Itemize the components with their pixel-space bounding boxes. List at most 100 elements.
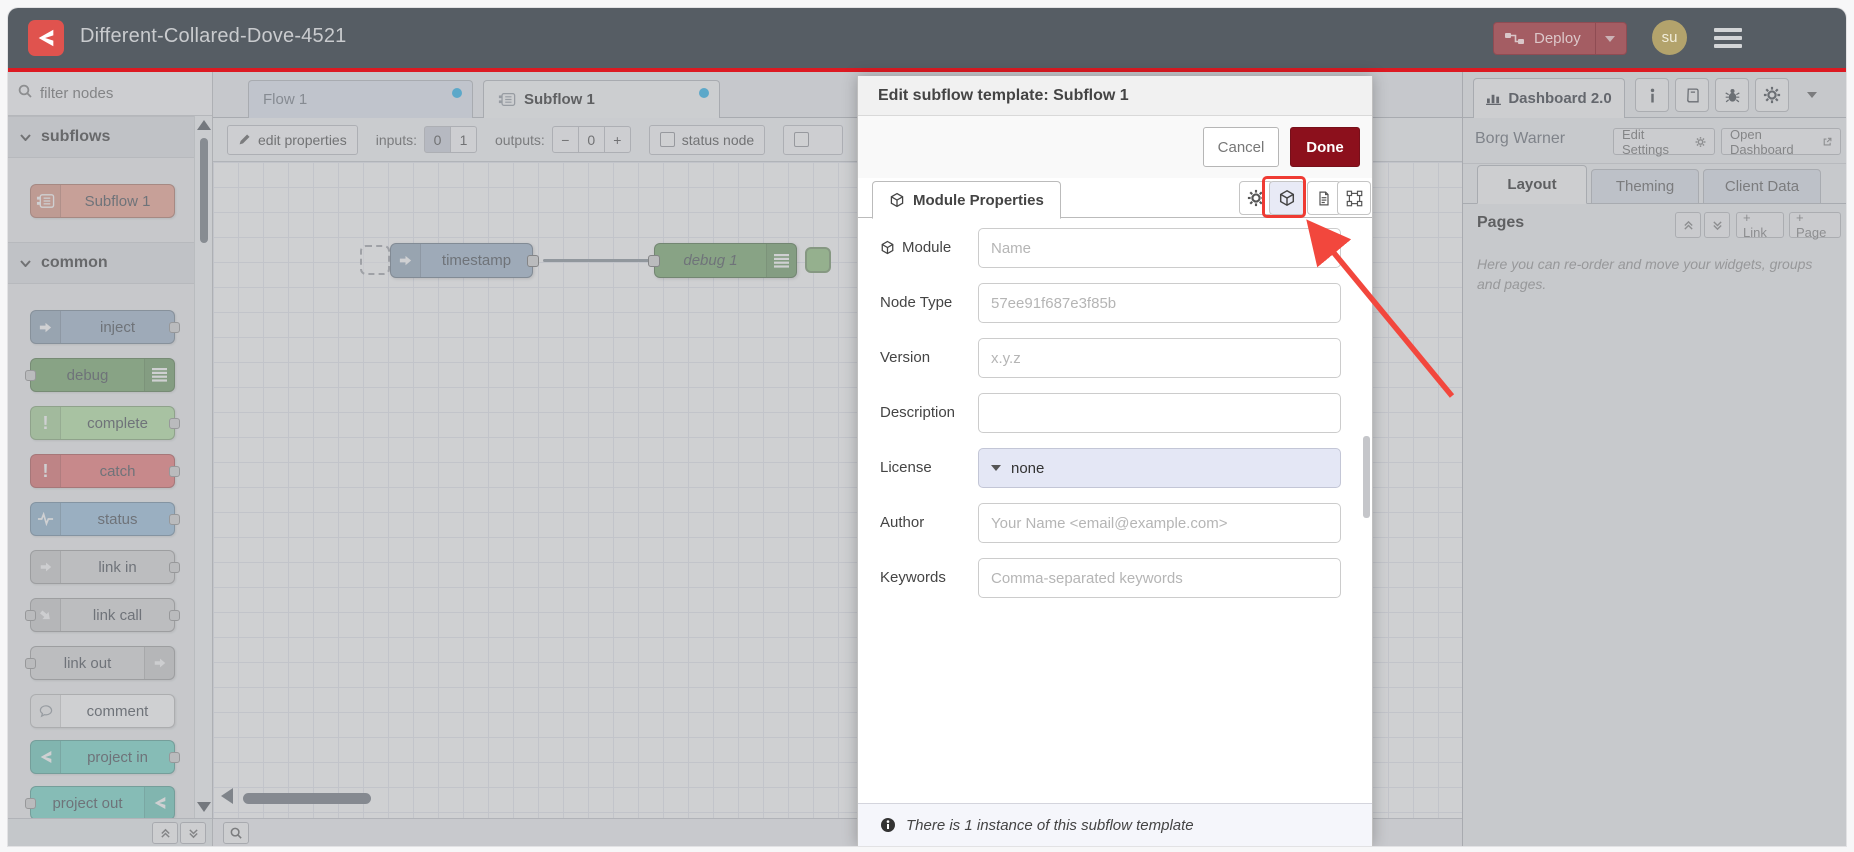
node-port[interactable] — [169, 562, 180, 573]
link-call-icon — [31, 599, 61, 631]
node-port[interactable] — [25, 798, 36, 809]
palette-node-complete[interactable]: ! complete — [30, 406, 180, 440]
user-avatar[interactable]: su — [1652, 20, 1687, 55]
palette-section-subflows[interactable]: subflows — [8, 116, 195, 158]
tab-dashboard-2[interactable]: Dashboard 2.0 — [1473, 78, 1625, 118]
node-port[interactable] — [169, 610, 180, 621]
palette-node-link-call[interactable]: link call — [25, 598, 180, 632]
subflow-input-stub[interactable] — [360, 245, 390, 275]
tab-theming[interactable]: Theming — [1591, 169, 1699, 204]
instance-row: Borg Warner Edit Settings Open Dashboard — [1463, 118, 1846, 164]
add-page-button[interactable]: + Page — [1789, 210, 1841, 240]
appearance-frame-icon — [1346, 190, 1362, 206]
hamburger-menu-icon[interactable] — [1714, 28, 1742, 48]
collapse-all-button[interactable] — [152, 822, 178, 844]
node-port[interactable] — [169, 322, 180, 333]
add-link-button[interactable]: + Link — [1736, 210, 1784, 240]
license-select[interactable]: none — [978, 448, 1341, 488]
inputs-one-button[interactable]: 1 — [449, 126, 477, 153]
tab-help-button[interactable] — [1675, 78, 1709, 112]
node-port[interactable] — [169, 514, 180, 525]
right-sidebar: Dashboard 2.0 Borg Warner Edit Settings … — [1462, 72, 1846, 846]
scrollbar-left-arrow[interactable] — [221, 788, 233, 804]
tab-subflow-1[interactable]: Subflow 1 — [483, 80, 720, 118]
node-port[interactable] — [169, 752, 180, 763]
move-down-button[interactable] — [1704, 212, 1730, 238]
scroll-up-icon[interactable] — [197, 120, 211, 130]
node-port[interactable] — [25, 658, 36, 669]
outputs-plus-button[interactable]: + — [603, 126, 631, 153]
scrollbar-thumb[interactable] — [200, 138, 208, 243]
debug-enable-toggle[interactable] — [805, 247, 831, 273]
cancel-button[interactable]: Cancel — [1203, 127, 1279, 167]
palette-node-link-out[interactable]: link out — [25, 646, 175, 680]
instance-name: Borg Warner — [1475, 130, 1566, 147]
form-row-author: Author — [858, 503, 1372, 545]
palette-node-status[interactable]: status — [30, 502, 180, 536]
sidebar-menu-caret[interactable] — [1807, 92, 1817, 98]
palette-section-common[interactable]: common — [8, 242, 195, 284]
info-circle-icon — [881, 818, 895, 832]
tab-debug-button[interactable] — [1715, 78, 1749, 112]
palette-node-comment[interactable]: comment — [30, 694, 175, 728]
edit-settings-button[interactable]: Edit Settings — [1613, 127, 1715, 157]
palette-scrollbar[interactable] — [194, 116, 212, 818]
tab-config-button[interactable] — [1755, 78, 1789, 112]
palette-node-link-in[interactable]: link in — [30, 550, 180, 584]
exclamation-icon: ! — [31, 407, 61, 439]
edit-properties-button[interactable]: edit properties — [227, 124, 358, 155]
status-node-checkbox[interactable] — [659, 132, 675, 147]
author-field[interactable] — [978, 503, 1341, 543]
node-port[interactable] — [169, 418, 180, 429]
node-port[interactable] — [25, 370, 36, 381]
search-flows-button[interactable] — [223, 822, 249, 844]
tab-flow-1[interactable]: Flow 1 — [248, 80, 473, 118]
caret-down-icon — [991, 465, 1001, 471]
info-icon — [1650, 88, 1654, 102]
checkbox[interactable] — [794, 132, 810, 147]
palette-node-inject[interactable]: inject — [30, 310, 180, 344]
inputs-zero-button[interactable]: 0 — [423, 126, 451, 153]
palette-node-catch[interactable]: ! catch — [30, 454, 180, 488]
palette-node-subflow-1[interactable]: Subflow 1 — [30, 184, 175, 218]
clipped-toolbar-button[interactable] — [783, 124, 844, 155]
tab-module-properties[interactable]: Module Properties — [872, 181, 1061, 219]
dialog-scrollbar-thumb[interactable] — [1363, 436, 1370, 518]
outputs-minus-button[interactable]: − — [551, 126, 579, 153]
done-button[interactable]: Done — [1290, 127, 1360, 167]
node-port[interactable] — [648, 255, 660, 267]
palette-node-project-out[interactable]: project out — [25, 786, 175, 820]
canvas-node-debug-1[interactable]: debug 1 — [648, 243, 797, 278]
module-field[interactable] — [978, 228, 1341, 268]
version-field[interactable] — [978, 338, 1341, 378]
expand-all-button[interactable] — [180, 822, 206, 844]
status-pulse-icon — [31, 503, 61, 535]
open-dashboard-button[interactable]: Open Dashboard — [1721, 127, 1841, 157]
tab-layout[interactable]: Layout — [1477, 165, 1587, 204]
palette-search[interactable] — [8, 72, 212, 116]
node-port[interactable] — [527, 255, 539, 267]
description-tab-button[interactable] — [1307, 181, 1341, 215]
node-label: Subflow 1 — [84, 192, 151, 210]
palette-node-project-in[interactable]: project in — [30, 740, 180, 774]
canvas-node-timestamp[interactable]: timestamp — [390, 243, 539, 278]
palette-node-debug[interactable]: debug — [25, 358, 175, 392]
search-input[interactable] — [40, 85, 180, 102]
move-up-button[interactable] — [1675, 212, 1701, 238]
caret-down-icon[interactable] — [1604, 35, 1615, 42]
tab-info-button[interactable] — [1635, 78, 1669, 112]
double-chevron-down-icon — [188, 828, 198, 838]
horizontal-scrollbar-thumb[interactable] — [243, 793, 371, 804]
node-type-field[interactable] — [978, 283, 1341, 323]
status-node-toggle[interactable]: status node — [648, 124, 766, 155]
scroll-down-icon[interactable] — [197, 802, 211, 812]
tab-client-data[interactable]: Client Data — [1703, 169, 1821, 204]
cube-icon — [881, 240, 894, 255]
deploy-button[interactable]: Deploy — [1493, 22, 1627, 55]
description-field[interactable] — [978, 393, 1341, 433]
subflow-icon — [31, 185, 61, 217]
wire[interactable] — [543, 259, 655, 262]
node-port[interactable] — [169, 466, 180, 477]
keywords-field[interactable] — [978, 558, 1341, 598]
appearance-tab-button[interactable] — [1337, 181, 1371, 215]
